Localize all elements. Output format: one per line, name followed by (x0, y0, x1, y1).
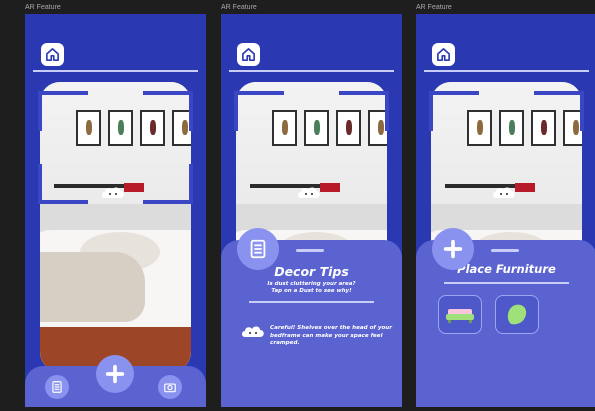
dust-icon (242, 326, 264, 337)
scan-frame-corner (38, 164, 88, 204)
dust-icon[interactable] (297, 186, 321, 202)
decor-tips-button[interactable] (45, 375, 69, 399)
chair-icon (507, 304, 527, 324)
sofa-icon (446, 308, 474, 323)
furniture-item-sofa[interactable] (438, 295, 482, 334)
scan-frame-corner (38, 91, 88, 131)
tip-text: Careful! Shelves over the head of your b… (270, 325, 393, 346)
plus-icon (105, 364, 125, 384)
furniture-item-chair[interactable] (495, 295, 539, 334)
frame-label: AR Feature (416, 4, 452, 11)
sheet-subtitle: Tap on a Dust to see why! (271, 288, 352, 294)
divider (444, 282, 569, 284)
decor-tips-button[interactable] (237, 228, 279, 270)
divider (33, 70, 198, 72)
home-icon (46, 48, 59, 61)
scan-frame-corner (143, 164, 193, 204)
camera-button[interactable] (158, 375, 182, 399)
decor-tips-screen: Decor Tips Is dust cluttering your area?… (221, 14, 402, 407)
home-button[interactable] (432, 43, 455, 66)
frame-label: AR Feature (221, 4, 257, 11)
divider (424, 70, 589, 72)
sheet-handle[interactable] (296, 249, 324, 252)
dust-icon[interactable] (101, 186, 125, 202)
scan-frame-corner (143, 91, 193, 131)
home-icon (242, 48, 255, 61)
place-furniture-screen: Place Furniture (416, 14, 595, 407)
checklist-icon (52, 381, 62, 393)
checklist-icon (250, 239, 266, 259)
plus-icon (443, 239, 463, 259)
home-button[interactable] (237, 43, 260, 66)
divider (249, 301, 374, 303)
add-furniture-button[interactable] (96, 355, 134, 393)
sheet-subtitle: Is dust cluttering your area? (267, 281, 356, 287)
sheet-handle[interactable] (491, 249, 519, 252)
divider (229, 70, 394, 72)
dust-icon[interactable] (492, 186, 516, 202)
scan-frame-corner (339, 91, 389, 131)
home-icon (437, 48, 450, 61)
home-button[interactable] (41, 43, 64, 66)
ar-camera-screen (25, 14, 206, 407)
scan-frame-corner (429, 91, 479, 131)
scan-frame-corner (234, 91, 284, 131)
scan-frame-corner (534, 91, 584, 131)
frame-label: AR Feature (25, 4, 61, 11)
add-furniture-button[interactable] (432, 228, 474, 270)
camera-icon (164, 383, 176, 393)
